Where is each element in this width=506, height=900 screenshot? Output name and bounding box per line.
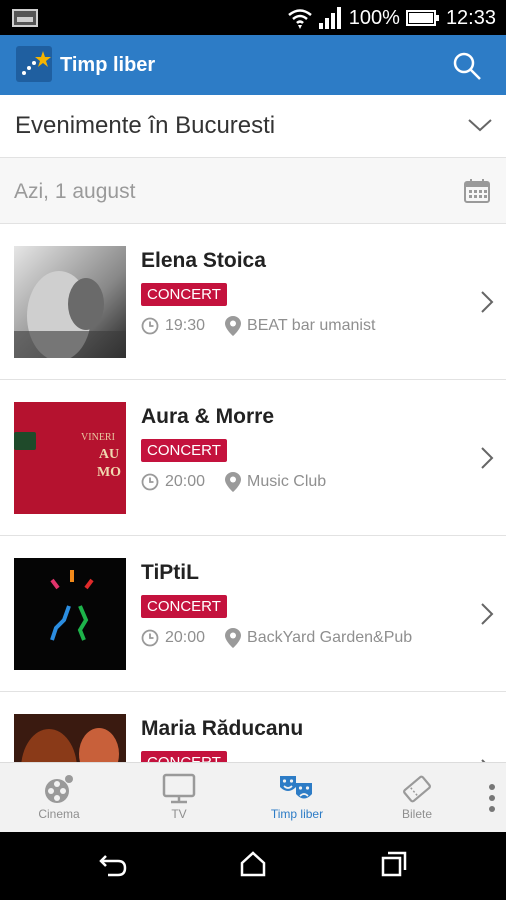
event-list: Elena Stoica CONCERT 19:30 BEAT bar uman… (0, 224, 506, 762)
wifi-icon (287, 9, 312, 29)
category-badge: CONCERT (141, 439, 227, 462)
thumbnail-text-line1: VINERI (81, 432, 115, 443)
location-pin-icon (225, 472, 242, 492)
clock: 12:33 (445, 6, 496, 29)
event-title: Maria Răducanu (141, 717, 304, 740)
battery-percent: 100% (348, 6, 400, 29)
tab-tv[interactable]: TV (120, 763, 238, 833)
chevron-down-icon (468, 119, 492, 132)
city-selector[interactable]: Evenimente în Bucuresti (0, 95, 506, 158)
back-icon[interactable] (98, 852, 128, 878)
event-thumbnail (14, 714, 126, 762)
tab-label: Timp liber (270, 807, 324, 821)
app-title: Timp liber (60, 54, 156, 76)
tv-icon (162, 773, 196, 804)
calendar-icon[interactable] (464, 179, 490, 203)
event-time: 20:00 (165, 629, 206, 646)
event-time: 20:00 (165, 473, 206, 490)
tab-bilete[interactable]: Bilete (358, 763, 476, 833)
app-logo-icon[interactable] (16, 46, 52, 82)
event-venue: Music Club (247, 473, 327, 490)
system-navigation-bar (0, 832, 506, 900)
chevron-right-icon (481, 603, 494, 625)
event-title: TiPtiL (141, 561, 199, 584)
tab-timp-liber[interactable]: Timp liber (238, 763, 356, 833)
tab-label: Bilete (401, 807, 433, 821)
home-icon[interactable] (239, 850, 267, 878)
clock-icon (141, 317, 159, 335)
category-badge: CONCERT (141, 751, 227, 762)
event-item[interactable]: Elena Stoica CONCERT 19:30 BEAT bar uman… (0, 224, 506, 380)
event-thumbnail: VINERI AU MO (14, 402, 126, 514)
search-icon[interactable] (452, 51, 482, 81)
event-thumbnail (14, 246, 126, 358)
screenshot-notification-icon (12, 9, 38, 27)
clock-icon (141, 629, 159, 647)
event-meta: 20:00 BackYard Garden&Pub (141, 628, 412, 648)
date-label: Azi, 1 august (14, 180, 136, 203)
event-item[interactable]: TiPtiL CONCERT 20:00 BackYard Garden&Pub (0, 536, 506, 692)
event-thumbnail (14, 558, 126, 670)
date-header: Azi, 1 august (0, 158, 506, 224)
bottom-tab-bar: Cinema TV Timp liber Bilete (0, 762, 506, 832)
chevron-right-icon (481, 447, 494, 469)
clock-icon (141, 473, 159, 491)
chevron-right-icon (481, 291, 494, 313)
category-badge: CONCERT (141, 283, 227, 306)
tab-label: Cinema (38, 807, 80, 821)
signal-icon (318, 7, 341, 29)
event-title: Elena Stoica (141, 249, 266, 272)
thumbnail-text-line2: AU (99, 447, 119, 462)
film-reel-icon (45, 775, 73, 803)
tab-label: TV (171, 807, 187, 821)
category-badge: CONCERT (141, 595, 227, 618)
status-bar: 100% 12:33 (0, 0, 506, 35)
thumbnail-text-line3: MO (97, 465, 121, 480)
event-title: Aura & Morre (141, 405, 275, 428)
tab-cinema[interactable]: Cinema (0, 763, 118, 833)
event-item[interactable]: Maria Răducanu CONCERT (0, 692, 506, 762)
ticket-icon (403, 775, 431, 803)
event-time: 19:30 (165, 317, 206, 334)
recent-apps-icon[interactable] (380, 850, 408, 878)
theater-masks-icon (280, 776, 312, 799)
location-pin-icon (225, 316, 242, 336)
event-item[interactable]: VINERI AU MO Aura & Morre CONCERT 20:00 … (0, 380, 506, 536)
event-venue: BEAT bar umanist (247, 317, 376, 334)
event-meta: 20:00 Music Club (141, 472, 326, 492)
city-selector-label: Evenimente în Bucuresti (15, 112, 276, 139)
location-pin-icon (225, 628, 242, 648)
battery-icon (405, 10, 439, 26)
app-bar: Timp liber (0, 35, 506, 95)
event-venue: BackYard Garden&Pub (247, 629, 413, 646)
more-options-icon[interactable] (488, 783, 496, 813)
event-meta: 19:30 BEAT bar umanist (141, 316, 375, 336)
